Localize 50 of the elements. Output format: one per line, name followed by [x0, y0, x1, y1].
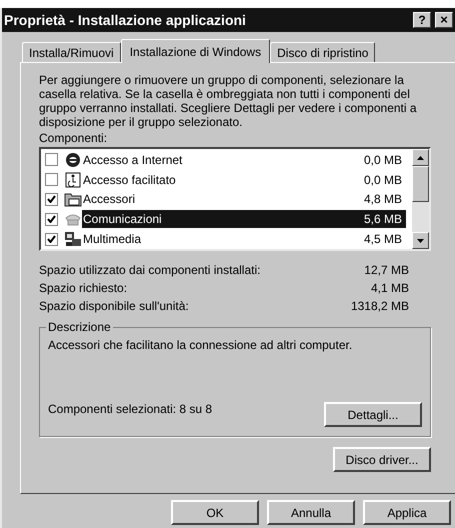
component-row[interactable]: Comunicazioni 5,6 MB — [82, 210, 406, 228]
driver-disk-button[interactable]: Disco driver... — [333, 447, 431, 472]
instructions-text: Per aggiungere o rimuovere un gruppo di componenti, selezionare la casella relativa. Se la casella è ombreggiata non tutti i componenti del gruppo verranno installati. Scegliere Dettagli per vedere i componenti a disposizione per il gruppo selezionato. — [39, 73, 418, 129]
component-name: Multimedia — [83, 231, 142, 248]
space-label: Spazio richiesto: — [39, 280, 128, 297]
dialog-button[interactable]: Applica — [363, 500, 451, 525]
scroll-up-button[interactable] — [412, 149, 429, 166]
component-name: Accessori — [83, 191, 136, 208]
component-row[interactable]: Accesso a Internet 0,0 MB — [82, 150, 406, 169]
window-title: Proprietà - Installazione applicazioni — [4, 10, 247, 30]
tab[interactable]: Disco di ripristino — [270, 42, 376, 62]
wheelchair-icon — [64, 170, 82, 189]
selected-count-text: Componenti selezionati: 8 su 8 — [48, 400, 212, 418]
checkbox[interactable] — [45, 173, 58, 186]
dialog-button[interactable]: OK — [171, 500, 259, 525]
component-row[interactable]: Accessori 4,8 MB — [82, 190, 406, 208]
tab[interactable]: Installa/Rimuovi — [22, 42, 121, 62]
component-name: Accesso a Internet — [83, 152, 182, 169]
component-row[interactable]: Accesso facilitato 0,0 MB — [82, 170, 406, 189]
checkbox[interactable] — [45, 212, 58, 226]
space-value: 4,1 MB — [370, 280, 409, 297]
component-size: 4,8 MB — [364, 191, 402, 208]
component-size: 0,0 MB — [364, 172, 402, 189]
up-arrow-icon — [417, 156, 424, 160]
component-name: Comunicazioni — [83, 211, 162, 228]
checkbox[interactable] — [45, 232, 58, 246]
components-label: Componenti: — [39, 131, 108, 145]
component-row[interactable]: Multimedia 4,5 MB — [82, 230, 406, 248]
close-button[interactable]: × — [435, 12, 453, 28]
space-value: 12,7 MB — [364, 262, 409, 279]
description-text: Accessori che facilitano la connessione ad altri computer. — [48, 338, 354, 352]
help-button[interactable]: ? — [413, 12, 431, 28]
component-size: 4,5 MB — [364, 231, 402, 248]
multimedia-icon — [64, 230, 82, 248]
space-value: 1318,2 MB — [350, 298, 409, 315]
details-button[interactable]: Dettagli... — [324, 402, 422, 427]
checkbox[interactable] — [45, 192, 58, 206]
scrollbar[interactable] — [412, 149, 429, 249]
scroll-down-button[interactable] — [412, 232, 429, 249]
checkbox[interactable] — [45, 153, 58, 166]
space-label: Spazio utilizzato dai componenti installati: — [39, 262, 260, 279]
component-size: 5,6 MB — [364, 211, 402, 228]
component-name: Accesso facilitato — [83, 172, 176, 189]
group-title: Descrizione — [46, 320, 113, 334]
tab[interactable]: Installazione di Windows — [120, 39, 270, 63]
component-size: 0,0 MB — [364, 152, 402, 169]
down-arrow-icon — [417, 238, 424, 242]
space-label: Spazio disponibile sull'unità: — [39, 298, 189, 315]
dialog-button[interactable]: Annulla — [267, 500, 355, 525]
scroll-thumb[interactable] — [412, 166, 429, 202]
